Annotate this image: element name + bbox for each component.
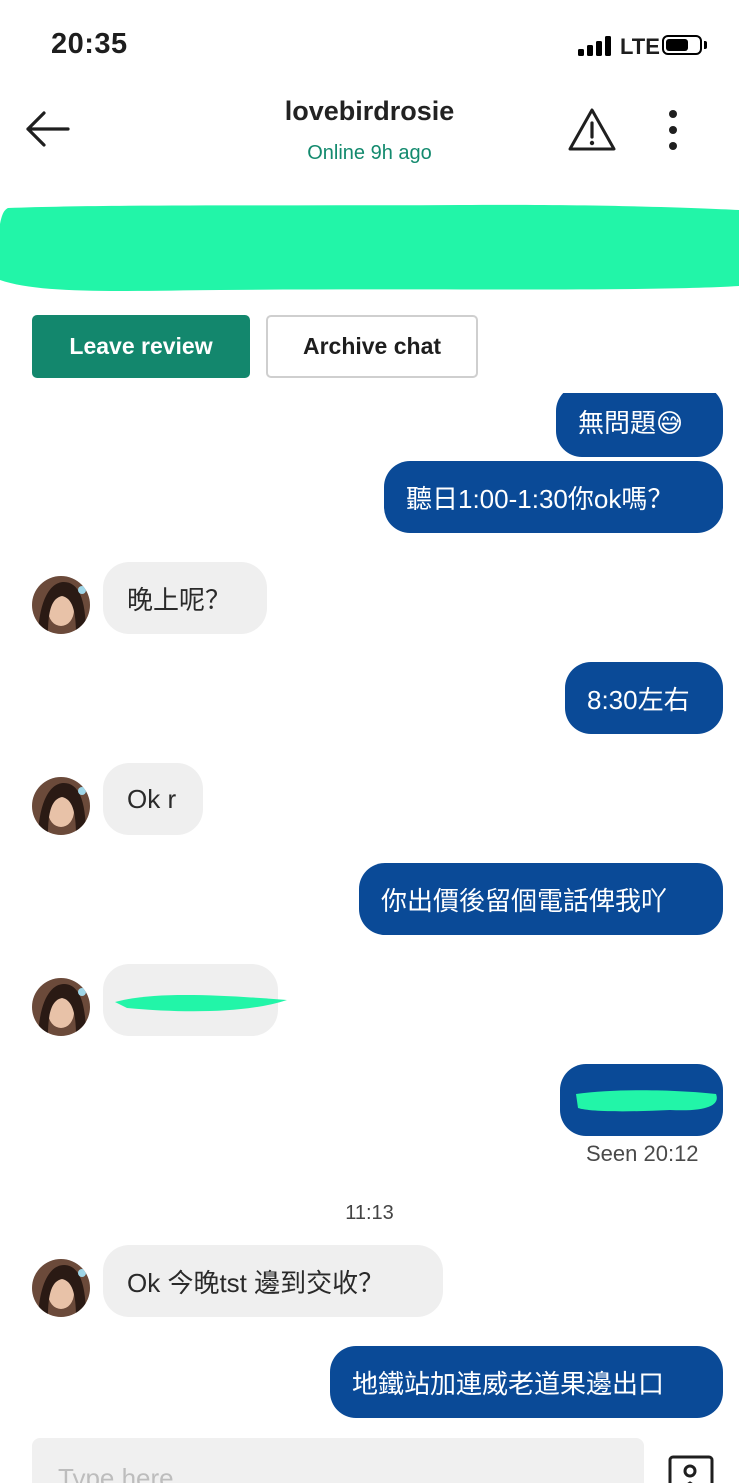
user-avatar-icon [32,777,90,835]
signal-strength-icon [578,36,614,56]
outgoing-message: 地鐵站加連威老道果邊出口 [330,1346,723,1418]
incoming-message: 晚上呢？ [103,562,267,634]
chat-username[interactable]: lovebirdrosie [0,96,739,127]
outgoing-message-redacted [560,1064,723,1136]
chat-screen: 20:35 LTE lovebirdrosie Online 9h ago Le… [0,0,739,1483]
user-avatar-icon [32,978,90,1036]
user-avatar-icon [32,1259,90,1317]
time-divider: 11:13 [345,1202,394,1224]
outgoing-message: 8:30左右 [565,662,723,734]
warning-triangle-icon [568,108,616,151]
outgoing-message: 無問題😅 [556,393,723,457]
outgoing-message: 你出價後留個電話俾我吖 [359,863,723,935]
leave-review-button[interactable]: Leave review [32,315,250,378]
archive-chat-button[interactable]: Archive chat [266,315,478,378]
status-time: 20:35 [51,28,128,60]
avatar[interactable] [32,1259,90,1317]
attach-image-button[interactable] [668,1455,714,1483]
battery-icon [662,35,702,55]
incoming-message: Ok r [103,763,203,835]
incoming-message-redacted [103,964,287,1036]
redacted-listing-banner [0,204,739,291]
redaction-scribble [576,1090,717,1112]
online-status: Online 9h ago [307,142,432,164]
avatar[interactable] [32,576,90,634]
report-button[interactable] [566,106,618,154]
message-input[interactable] [32,1438,644,1483]
message-list[interactable]: 無問題😅 聽日1:00-1:30你ok嗎？ 晚上呢？ 8:30左右 Ok r 你… [0,393,739,1433]
incoming-message: Ok 今晚tst 邊到交收？ [103,1245,443,1317]
more-vertical-icon [669,110,677,150]
avatar[interactable] [32,777,90,835]
image-upload-icon [668,1455,714,1483]
user-avatar-icon [32,576,90,634]
network-type: LTE [620,34,660,59]
avatar[interactable] [32,978,90,1036]
status-bar: 20:35 LTE [0,0,739,90]
redaction-scribble [115,995,287,1012]
more-options-button[interactable] [660,106,686,156]
seen-receipt: Seen 20:12 [586,1141,699,1166]
outgoing-message: 聽日1:00-1:30你ok嗎？ [384,461,723,533]
